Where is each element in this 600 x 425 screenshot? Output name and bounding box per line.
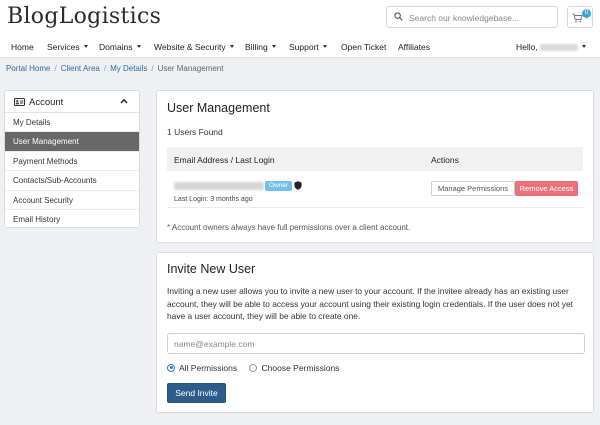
id-card-icon xyxy=(14,98,25,106)
cart-count-badge: 0 xyxy=(582,9,591,18)
redacted-user-email xyxy=(174,182,264,190)
all-permissions-label[interactable]: All Permissions xyxy=(179,363,237,373)
search-input[interactable] xyxy=(409,10,554,25)
nav-support[interactable]: Support xyxy=(289,42,327,52)
sidebar-item-contacts[interactable]: Contacts/Sub-Accounts xyxy=(5,171,139,191)
shield-icon xyxy=(294,181,302,190)
search-icon xyxy=(394,12,403,21)
sidebar-item-payment-methods[interactable]: Payment Methods xyxy=(5,152,139,172)
caret-down-icon xyxy=(83,45,88,49)
permission-options: All Permissions Choose Permissions xyxy=(167,363,349,373)
nav-label: Support xyxy=(289,42,319,52)
nav-label: Website & Security xyxy=(154,42,226,52)
main-nav: Home Services Domains Website & Security… xyxy=(0,36,600,58)
sidebar-item-email-history[interactable]: Email History xyxy=(5,210,139,227)
breadcrumb: Portal Home / Client Area / My Details / User … xyxy=(6,64,223,73)
manage-permissions-button[interactable]: Manage Permissions xyxy=(431,181,515,196)
owner-badge: Owner xyxy=(265,181,293,191)
all-permissions-radio[interactable] xyxy=(167,363,175,372)
caret-down-icon xyxy=(271,45,276,49)
breadcrumb-separator: / xyxy=(103,64,107,73)
nav-affiliates[interactable]: Affiliates xyxy=(398,42,430,52)
breadcrumb-current: User Management xyxy=(157,64,224,73)
caret-down-icon xyxy=(322,45,327,49)
column-header-actions: Actions xyxy=(431,155,459,165)
sidebar-item-user-management[interactable]: User Management xyxy=(5,132,139,152)
breadcrumb-client-area[interactable]: Client Area xyxy=(61,64,100,73)
sidebar-item-account-security[interactable]: Account Security xyxy=(5,191,139,210)
search-box[interactable] xyxy=(386,6,558,28)
breadcrumb-separator: / xyxy=(54,64,57,73)
top-header: BlogLogistics 0 xyxy=(0,0,600,36)
nav-services[interactable]: Services xyxy=(47,42,88,52)
page-title: User Management xyxy=(167,101,270,115)
breadcrumb-my-details[interactable]: My Details xyxy=(110,64,147,73)
breadcrumb-separator: / xyxy=(151,64,154,73)
nav-billing[interactable]: Billing xyxy=(245,42,276,52)
cart-button[interactable]: 0 xyxy=(567,6,593,28)
choose-permissions-radio[interactable] xyxy=(249,363,258,372)
send-invite-button[interactable]: Send Invite xyxy=(167,383,226,403)
user-management-panel: User Management 1 Users Found Email Addr… xyxy=(156,90,594,243)
nav-user-menu[interactable]: Hello, xyxy=(516,42,586,52)
nav-label: Billing xyxy=(245,42,268,52)
nav-label: Home xyxy=(11,42,34,52)
table-row-divider xyxy=(167,207,583,208)
nav-home[interactable]: Home xyxy=(11,42,34,52)
sidebar-item-my-details[interactable]: My Details xyxy=(5,113,139,133)
invite-description: Inviting a new user allows you to invite… xyxy=(167,286,573,322)
users-count: 1 Users Found xyxy=(167,127,223,137)
sidebar-header[interactable]: Account xyxy=(5,91,139,113)
caret-down-icon xyxy=(229,45,234,49)
breadcrumb-portal-home[interactable]: Portal Home xyxy=(6,64,50,73)
caret-down-icon xyxy=(136,45,141,49)
nav-open-ticket[interactable]: Open Ticket xyxy=(341,42,386,52)
last-login-text: Last Login: 3 months ago xyxy=(174,196,253,203)
nav-label: Services xyxy=(47,42,80,52)
chevron-up-icon[interactable] xyxy=(120,98,128,104)
nav-website-security[interactable]: Website & Security xyxy=(154,42,234,52)
nav-label: Domains xyxy=(99,42,133,52)
sidebar-title: Account xyxy=(29,97,64,108)
nav-label: Affiliates xyxy=(398,42,430,52)
caret-down-icon xyxy=(581,45,586,49)
invite-user-panel: Invite New User Inviting a new user allo… xyxy=(156,252,594,413)
nav-label: Open Ticket xyxy=(341,42,387,52)
account-sidebar: Account My Details User Management Payme… xyxy=(4,90,140,228)
remove-access-button[interactable]: Remove Access xyxy=(515,181,578,196)
invite-title: Invite New User xyxy=(167,262,256,276)
invite-email-input[interactable] xyxy=(167,333,585,354)
users-table-header: Email Address / Last Login Actions xyxy=(167,147,583,171)
nav-domains[interactable]: Domains xyxy=(99,42,141,52)
owner-permissions-note: * Account owners always have full permis… xyxy=(167,223,411,232)
brand-logo[interactable]: BlogLogistics xyxy=(7,4,161,29)
redacted-username xyxy=(539,44,578,52)
nav-greeting: Hello, xyxy=(516,42,538,52)
choose-permissions-label[interactable]: Choose Permissions xyxy=(261,363,339,373)
column-header-email: Email Address / Last Login xyxy=(174,155,275,165)
